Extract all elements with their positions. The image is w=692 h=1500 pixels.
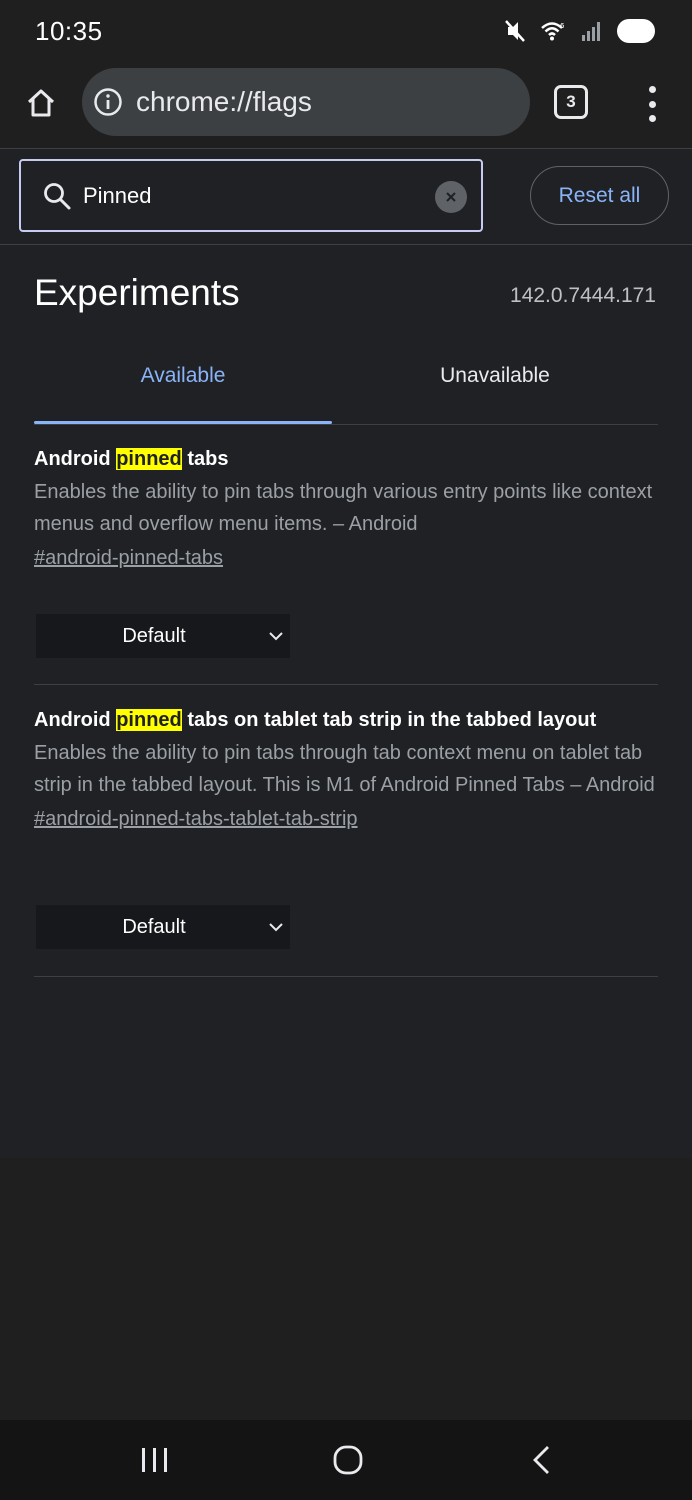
experiment-title: Android pinned tabs [34,448,229,470]
version-label: 142.0.7444.171 [510,284,656,307]
experiment-divider [34,976,658,977]
search-box[interactable] [19,159,483,232]
experiment-divider [34,684,658,685]
experiment-item: Android pinned tabs on tablet tab strip … [34,707,658,977]
experiment-link[interactable]: #android-pinned-tabs-tablet-tab-strip [34,803,658,835]
tab-divider [34,424,658,425]
experiment-description: Enables the ability to pin tabs through … [34,481,653,535]
more-menu-button[interactable] [638,82,666,126]
system-nav-bar [0,1420,692,1500]
tab-available[interactable]: Available [34,364,332,404]
select-value: Default [122,624,186,647]
status-time: 10:35 [35,16,103,46]
info-icon[interactable] [92,86,124,118]
search-highlight: pinned [116,709,182,731]
toolbar-divider [0,148,692,149]
search-icon [41,180,73,212]
chevron-down-icon [269,923,283,932]
page-title: Experiments [34,272,240,313]
status-bar: 10:35 6 [0,0,692,62]
mute-icon [504,19,526,43]
more-vert-icon [648,86,656,93]
experiment-description: Enables the ability to pin tabs through … [34,742,655,796]
empty-area [0,1158,692,1420]
svg-text:6: 6 [560,22,565,30]
search-input[interactable] [83,182,413,209]
tab-unavailable[interactable]: Unavailable [350,364,640,404]
experiment-title: Android pinned tabs on tablet tab strip … [34,709,597,731]
experiment-link[interactable]: #android-pinned-tabs [34,542,658,574]
home-button[interactable] [20,82,62,124]
omnibox[interactable]: chrome://flags [82,68,530,136]
battery-icon [616,18,656,44]
url-text: chrome://flags [136,86,312,117]
select-value: Default [122,915,186,938]
status-icons: 6 [504,16,656,46]
back-icon[interactable] [530,1444,554,1476]
tab-switcher-button[interactable]: 3 [554,85,588,119]
experiment-select[interactable]: Default [36,614,290,658]
reset-all-button[interactable]: Reset all [530,166,669,225]
recents-icon[interactable] [140,1446,170,1474]
clear-search-button[interactable] [435,181,467,213]
signal-icon [580,20,602,42]
home-icon [27,89,55,117]
screen: 10:35 6 chrome://flags 3 Pinned Reset al… [0,0,692,1500]
browser-toolbar: chrome://flags 3 [0,62,692,148]
close-icon [446,192,456,202]
experiment-select[interactable]: Default [36,905,290,949]
search-divider [0,244,692,245]
home-nav-icon[interactable] [333,1445,363,1475]
search-highlight: pinned [116,448,182,470]
chevron-down-icon [269,632,283,641]
experiment-item: Android pinned tabs Enables the ability … [34,446,658,685]
wifi-icon: 6 [540,20,566,42]
